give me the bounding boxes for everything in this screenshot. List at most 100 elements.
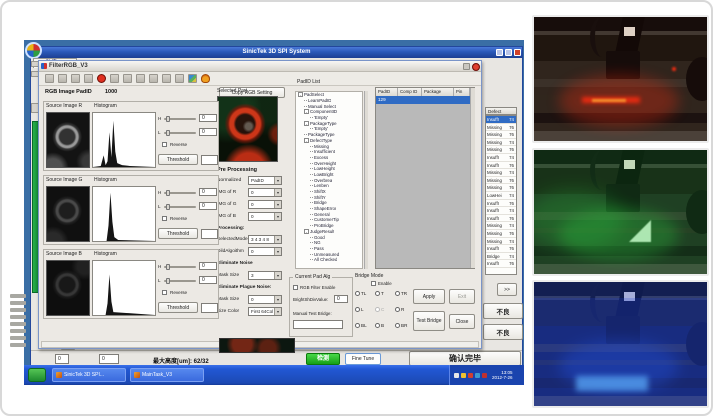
l-slider-thumb[interactable]: [166, 130, 170, 136]
h-value-field[interactable]: 0: [199, 262, 217, 270]
defect-row[interactable]: LowHei74: [486, 192, 516, 200]
flame-icon[interactable]: [201, 74, 210, 83]
chevron-down-icon[interactable]: ▾: [274, 308, 281, 315]
h-value-field[interactable]: 0: [199, 114, 217, 122]
record-icon[interactable]: [97, 74, 106, 83]
radio-icon[interactable]: [375, 291, 380, 296]
tree-expander-icon[interactable]: -: [304, 229, 309, 234]
l-slider-thumb[interactable]: [166, 278, 170, 284]
radio-icon[interactable]: [355, 307, 360, 312]
taskbar-item-2[interactable]: MainTask_V3: [130, 368, 204, 382]
grid-column-header[interactable]: PadID: [376, 88, 398, 96]
bridge-radio-bl[interactable]: BL: [355, 323, 367, 328]
chevron-down-icon[interactable]: ▾: [274, 213, 281, 220]
grid-column-header[interactable]: Comp ID: [398, 88, 422, 96]
start-button[interactable]: [28, 368, 46, 382]
fine-tune-button[interactable]: Fine Tune: [345, 353, 381, 365]
bright-div-field[interactable]: 0: [334, 295, 348, 303]
defect-row[interactable]: InsuffI76: [486, 260, 516, 268]
h-value-field[interactable]: 0: [199, 188, 217, 196]
minimize-button[interactable]: [496, 49, 503, 56]
reverse-checkbox[interactable]: [162, 290, 167, 295]
radio-icon[interactable]: [355, 291, 360, 296]
confirm-button[interactable]: 确认完毕: [409, 351, 521, 366]
defect-row[interactable]: Missing74: [486, 169, 516, 177]
radio-icon[interactable]: [375, 307, 380, 312]
defect-row[interactable]: InsuffI76: [486, 162, 516, 170]
l-slider[interactable]: [164, 280, 196, 282]
bridge-radio-c[interactable]: C: [375, 307, 384, 312]
image-icon[interactable]: [188, 74, 197, 83]
defect-row[interactable]: Missing76: [486, 177, 516, 185]
pp-dropdown-normalized[interactable]: PadID▾: [248, 176, 282, 185]
exit-button[interactable]: Exit: [449, 289, 475, 304]
grid-selected-row[interactable]: 129: [376, 96, 470, 104]
close-button[interactable]: [514, 49, 521, 56]
ng-button-1[interactable]: 不良: [483, 303, 523, 319]
defect-list-header[interactable]: Defect: [485, 107, 517, 115]
threshold-button[interactable]: Threshold: [158, 154, 198, 165]
pp-dropdown-selectedmode[interactable]: 3 4 3 4 8▾: [248, 235, 282, 244]
manual-bridge-field[interactable]: [293, 320, 343, 329]
wrench-icon[interactable]: [175, 74, 184, 83]
update-icon[interactable]: [461, 373, 466, 378]
h-slider[interactable]: [164, 192, 196, 194]
bridge-radio-t[interactable]: T: [375, 291, 384, 296]
volume-icon[interactable]: [475, 373, 480, 378]
copy-icon[interactable]: [71, 74, 80, 83]
dialog-title-bar[interactable]: FilterRGB_V3: [39, 61, 481, 72]
ng-button-2[interactable]: 不良: [483, 324, 523, 340]
threshold-value-field[interactable]: [201, 303, 218, 313]
grid-column-header[interactable]: Pin: [454, 88, 470, 96]
h-slider[interactable]: [164, 266, 196, 268]
antivirus-icon[interactable]: [468, 373, 473, 378]
defect-row[interactable]: Missing76: [486, 146, 516, 154]
close-dialog-button[interactable]: Close: [449, 314, 475, 329]
open-icon[interactable]: [45, 74, 54, 83]
l-slider[interactable]: [164, 206, 196, 208]
measure-icon[interactable]: [149, 74, 158, 83]
chevron-down-icon[interactable]: ▾: [274, 296, 281, 303]
dialog-close-button[interactable]: [472, 63, 480, 71]
tree-expander-icon[interactable]: -: [304, 109, 309, 114]
defect-row[interactable]: Missing74: [486, 238, 516, 246]
reverse-checkbox[interactable]: [162, 216, 167, 221]
report-icon[interactable]: [162, 74, 171, 83]
apply-button[interactable]: Apply: [413, 289, 445, 304]
zoom-icon[interactable]: [110, 74, 119, 83]
defect-row[interactable]: InsuffI74: [486, 116, 516, 124]
bridge-enable-checkbox[interactable]: [371, 281, 376, 286]
radio-icon[interactable]: [395, 307, 400, 312]
pp-dropdown-mask-size[interactable]: 3▾: [248, 271, 282, 280]
h-slider-thumb[interactable]: [166, 190, 170, 196]
tree-item[interactable]: All Checked: [296, 257, 362, 263]
pp-dropdown-img-of-g[interactable]: 0▾: [248, 200, 282, 209]
defect-row[interactable]: InsuffI76: [486, 200, 516, 208]
network-icon[interactable]: [454, 373, 459, 378]
bridge-radio-b[interactable]: B: [375, 323, 384, 328]
paste-icon[interactable]: [84, 74, 93, 83]
l-value-field[interactable]: 0: [199, 202, 217, 210]
tree-scrollbar[interactable]: [364, 91, 368, 269]
defect-row[interactable]: Missing76: [486, 131, 516, 139]
radio-icon[interactable]: [395, 291, 400, 296]
pp-dropdown-mask-size[interactable]: 0▾: [248, 295, 282, 304]
value-field-1[interactable]: 0: [55, 354, 69, 364]
threshold-value-field[interactable]: [201, 155, 218, 165]
pp-dropdown-img-of-b[interactable]: 0▾: [248, 212, 282, 221]
defect-row[interactable]: Missing76: [486, 184, 516, 192]
chevron-down-icon[interactable]: ▾: [274, 248, 281, 255]
chevron-down-icon[interactable]: ▾: [274, 201, 281, 208]
l-slider-thumb[interactable]: [166, 204, 170, 210]
pp-dropdown-dildalgoithm[interactable]: 0▾: [248, 247, 282, 256]
tree-expander-icon[interactable]: -: [304, 138, 309, 143]
grid-column-header[interactable]: Package: [422, 88, 454, 96]
value-field-2[interactable]: 0: [99, 354, 119, 364]
run-button[interactable]: 检测: [306, 353, 340, 365]
radio-icon[interactable]: [375, 323, 380, 328]
defect-row[interactable]: InsuffI74: [486, 207, 516, 215]
defect-row[interactable]: Missing76: [486, 230, 516, 238]
l-value-field[interactable]: 0: [199, 276, 217, 284]
bridge-radio-r[interactable]: R: [395, 307, 404, 312]
more-button[interactable]: >>: [497, 283, 517, 296]
